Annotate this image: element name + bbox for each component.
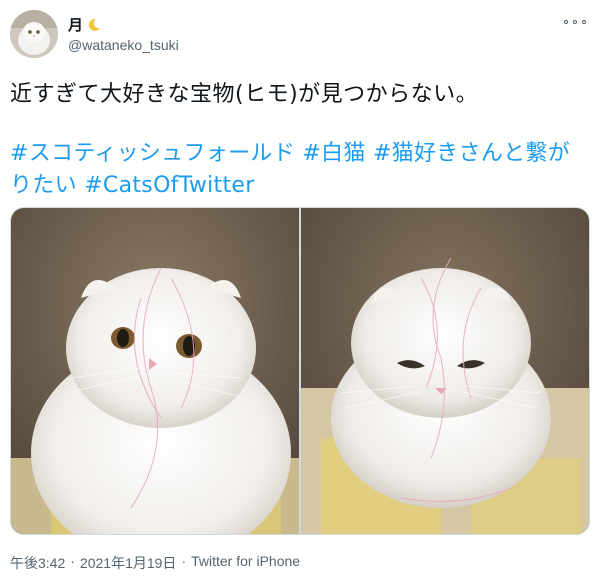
author-handle[interactable]: @wataneko_tsuki: [68, 37, 179, 53]
hashtag-scottish-fold[interactable]: #スコティッシュフォールド: [10, 141, 295, 166]
hashtag-line-2: りたい #CatsOfTwitter: [10, 170, 590, 202]
crescent-moon-icon: [87, 18, 101, 32]
meta-separator: ·: [70, 553, 75, 569]
hashtags: #スコティッシュフォールド #白猫 #猫好きさんと繋が りたい #CatsOfT…: [10, 138, 590, 202]
tweet-time[interactable]: 午後3:42: [10, 553, 65, 573]
tweet-meta: 午後3:42 · 2021年1月19日 · Twitter for iPhone: [10, 553, 300, 573]
photo-1[interactable]: [11, 208, 299, 534]
tweet-card: 月 @wataneko_tsuki 近すぎて大好きな宝物(ヒモ)が見つからない。…: [0, 0, 600, 576]
hashtag-white-cat[interactable]: #白猫: [302, 141, 365, 166]
tweet-text: 近すぎて大好きな宝物(ヒモ)が見つからない。: [10, 82, 479, 107]
tweet-date[interactable]: 2021年1月19日: [80, 553, 177, 573]
avatar[interactable]: [10, 10, 58, 58]
more-options-icon[interactable]: [564, 14, 586, 30]
tweet-source[interactable]: Twitter for iPhone: [191, 553, 300, 573]
author-name-text: 月: [68, 16, 84, 34]
author-name[interactable]: 月: [68, 14, 101, 35]
photo-2[interactable]: [301, 208, 589, 534]
hashtag-line-1: #スコティッシュフォールド #白猫 #猫好きさんと繋が: [10, 138, 590, 170]
hashtag-cats-of-twitter[interactable]: #CatsOfTwitter: [84, 173, 254, 198]
hashtag-cat-lovers-part1[interactable]: #猫好きさんと繋が: [373, 141, 570, 166]
hashtag-cat-lovers-part2[interactable]: りたい: [10, 173, 77, 198]
meta-separator: ·: [181, 553, 187, 569]
media-grid: [10, 207, 590, 535]
